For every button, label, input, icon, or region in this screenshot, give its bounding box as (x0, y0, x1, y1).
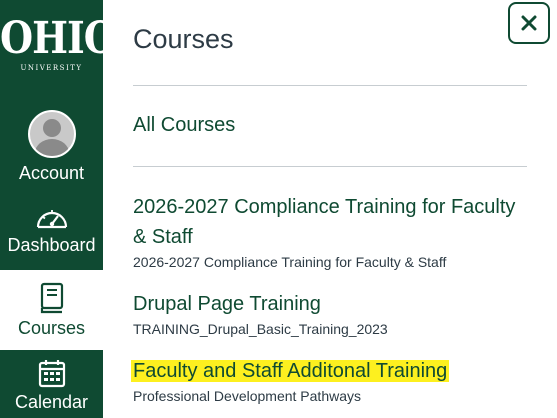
divider (133, 85, 527, 86)
close-tray-button[interactable] (508, 2, 550, 44)
nav-item-dashboard[interactable]: Dashboard (0, 205, 103, 256)
speedometer-icon (36, 210, 67, 229)
logo-wordmark: OHIO (0, 11, 117, 64)
course-list-item: Drupal Page Training TRAINING_Drupal_Bas… (133, 289, 527, 337)
all-courses-link[interactable]: All Courses (133, 114, 235, 137)
course-list-item: Faculty and Staff Additonal Training Pro… (131, 356, 527, 404)
global-navigation: OHIO UNIVERSITY Account Dashboard Course… (0, 0, 117, 418)
course-link[interactable]: Faculty and Staff Additonal Training (131, 356, 527, 386)
course-list-item: 2026-2027 Compliance Training for Facult… (133, 192, 527, 270)
nav-item-label: Account (18, 163, 85, 183)
course-term: Professional Development Pathways (133, 388, 362, 404)
nav-item-label: Courses (17, 318, 86, 338)
nav-item-account[interactable]: Account (0, 110, 103, 184)
course-term: 2026-2027 Compliance Training for Facult… (133, 254, 447, 270)
nav-item-label: Calendar (14, 392, 89, 412)
ohio-university-logo[interactable]: OHIO UNIVERSITY (0, 11, 117, 72)
course-link[interactable]: 2026-2027 Compliance Training for Facult… (133, 192, 527, 252)
divider (133, 166, 527, 167)
close-icon (521, 15, 537, 31)
nav-item-courses[interactable]: Courses (0, 282, 103, 339)
avatar-icon (27, 110, 76, 158)
nav-item-calendar[interactable]: Calendar (0, 358, 103, 413)
logo-subtitle: UNIVERSITY (20, 64, 83, 72)
calendar-icon (38, 360, 65, 388)
tray-title: Courses (133, 24, 234, 54)
nav-item-label: Dashboard (7, 235, 96, 255)
highlighted-course-name: Faculty and Staff Additonal Training (131, 360, 450, 382)
book-icon (40, 282, 63, 314)
course-link[interactable]: Drupal Page Training (133, 289, 527, 319)
course-term: TRAINING_Drupal_Basic_Training_2023 (133, 321, 388, 337)
